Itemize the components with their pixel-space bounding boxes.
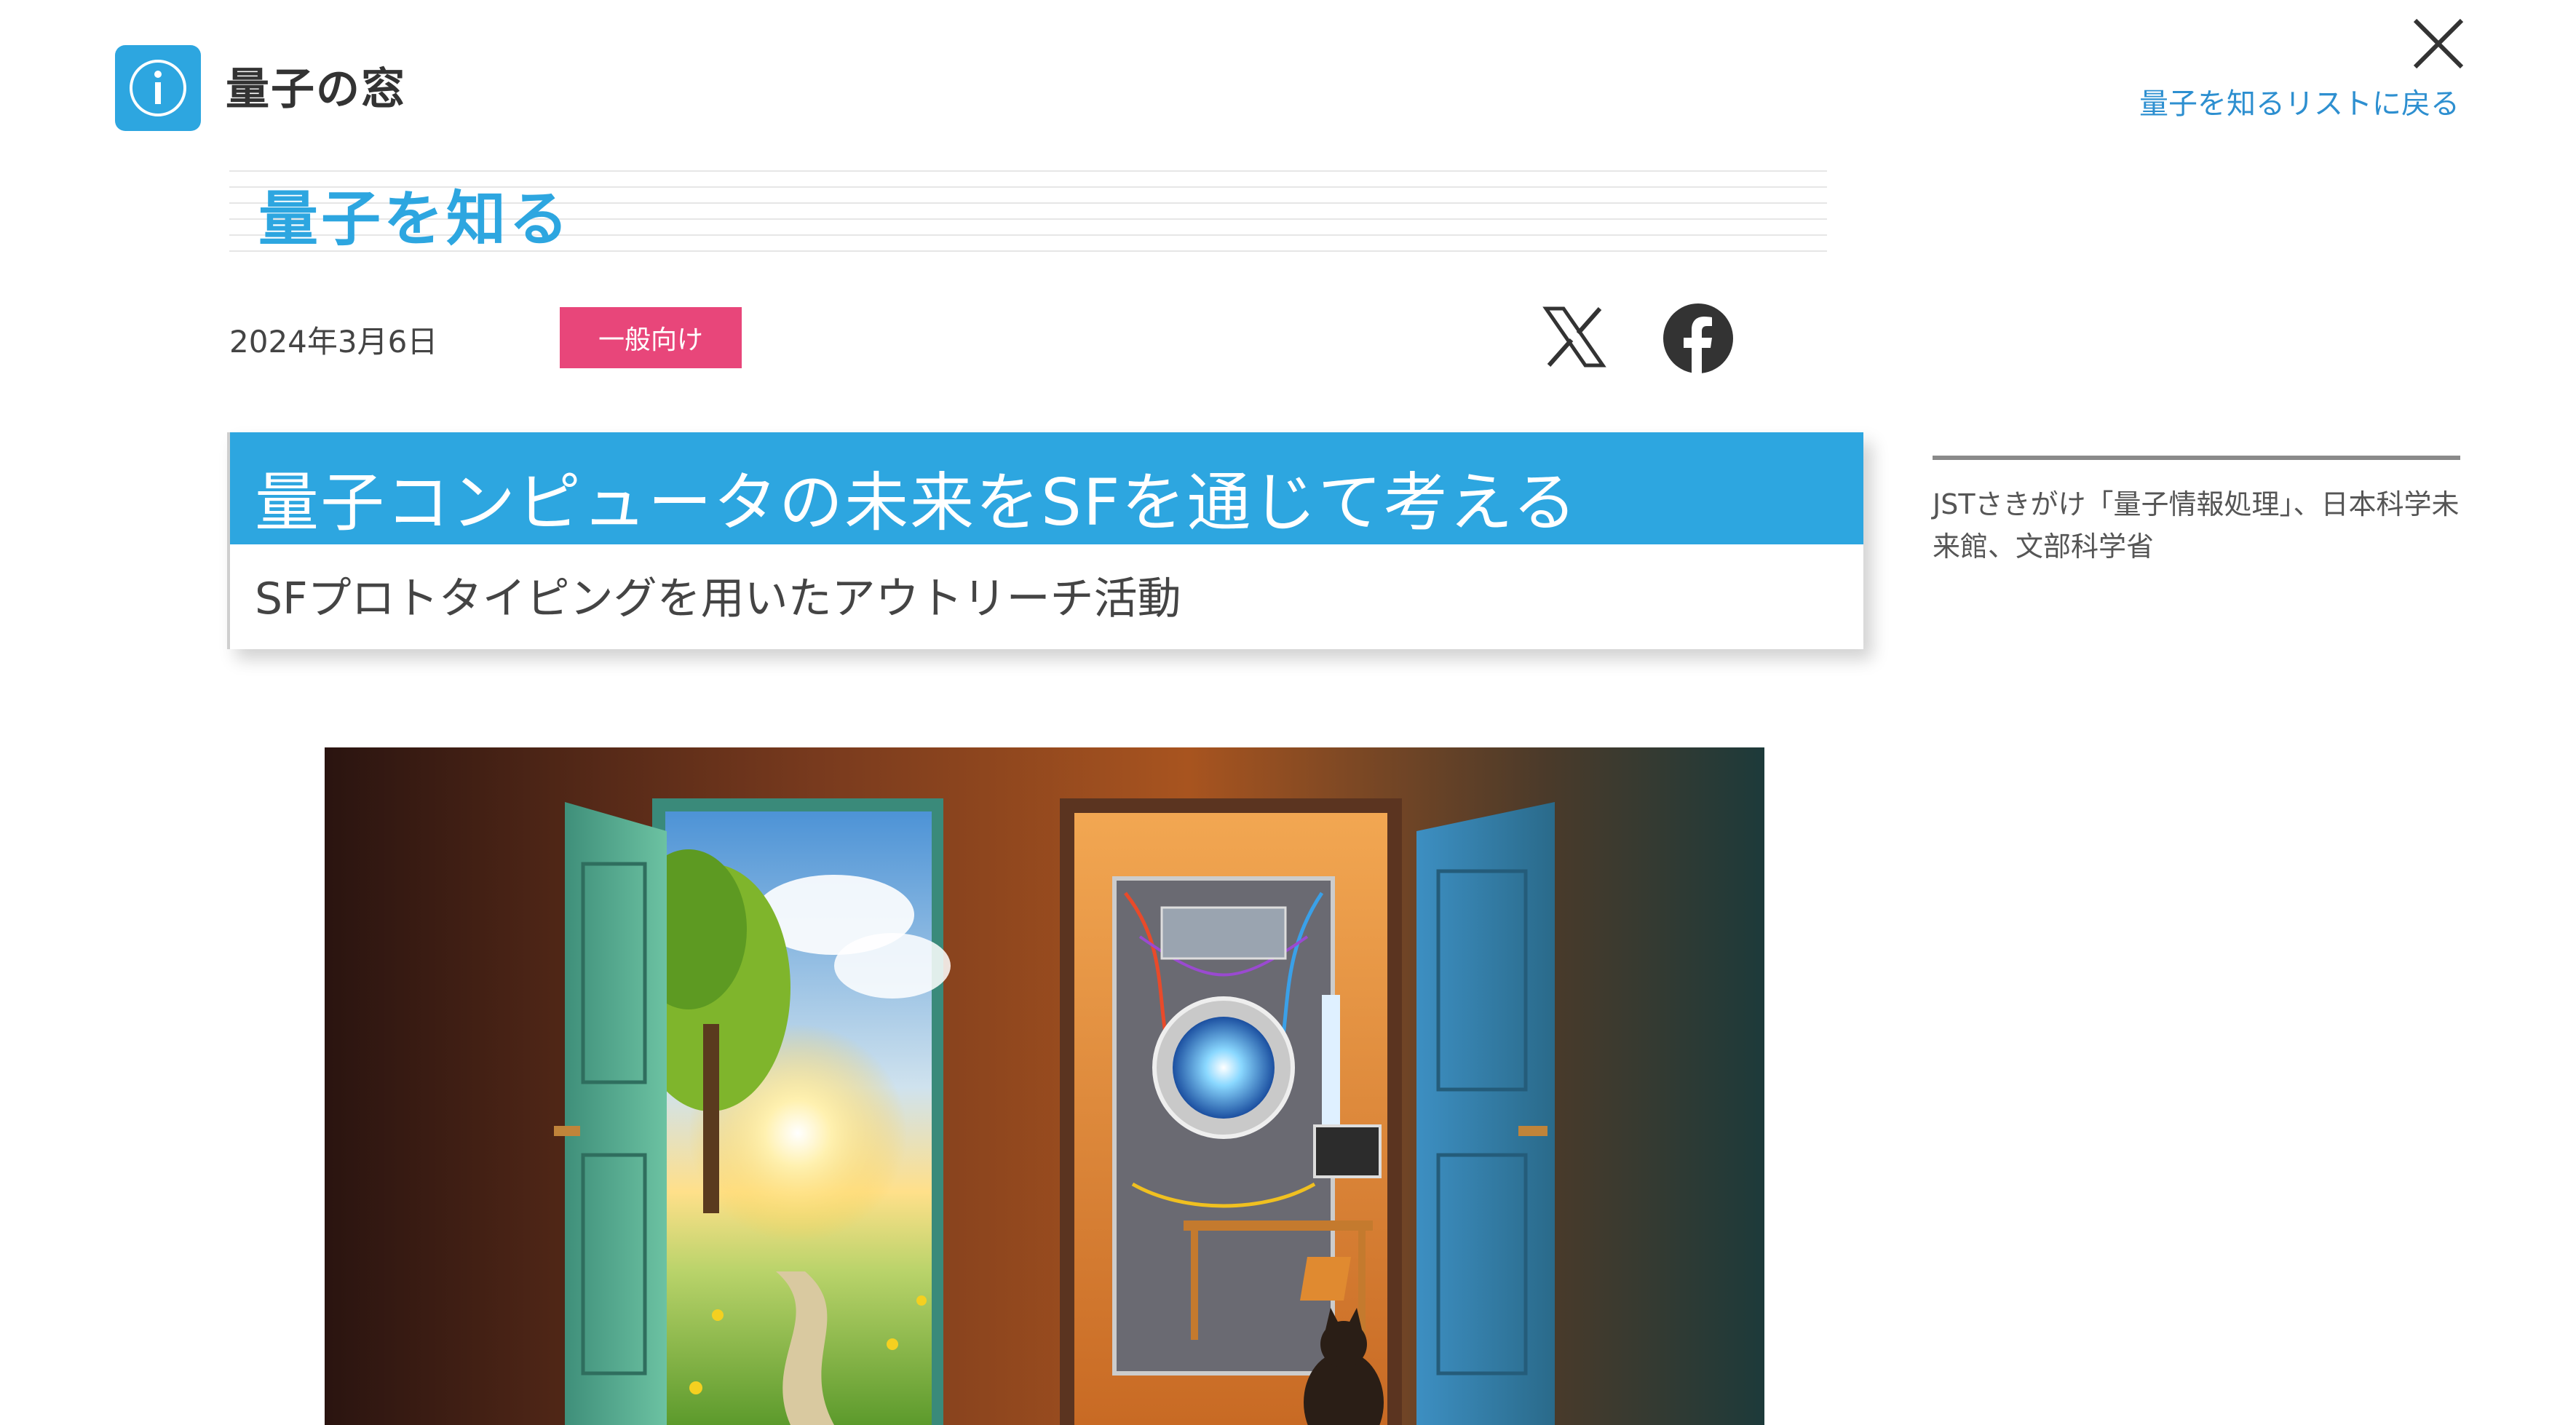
article-title-card: 量子コンピュータの未来をSFを通じて考える SFプロトタイピングを用いたアウトリ… <box>227 432 1863 649</box>
section-title: 量子を知る <box>258 185 572 254</box>
audience-tag[interactable]: 一般向け <box>560 307 742 368</box>
info-icon[interactable] <box>115 45 201 131</box>
credit-text: JSTさきがけ「量子情報処理」、日本科学未来館、文部科学省 <box>1933 488 2460 563</box>
publish-date: 2024年3月6日 <box>229 324 438 360</box>
back-to-list-link[interactable]: 量子を知るリストに戻る <box>2139 80 2460 122</box>
article-subtitle: SFプロトタイピングを用いたアウトリーチ活動 <box>255 573 1181 624</box>
site-name[interactable]: 量子の窓 <box>226 54 406 117</box>
section-banner: 量子を知る <box>229 156 1827 256</box>
close-icon[interactable] <box>2408 13 2469 74</box>
facebook-icon[interactable] <box>1662 303 1734 374</box>
credit-divider <box>1933 456 2460 460</box>
x-logo-icon[interactable] <box>1542 304 1607 370</box>
hero-image <box>325 747 1764 1425</box>
article-title: 量子コンピュータの未来をSFを通じて考える <box>255 465 1578 540</box>
title-bar: 量子コンピュータの未来をSFを通じて考える <box>230 432 1863 544</box>
